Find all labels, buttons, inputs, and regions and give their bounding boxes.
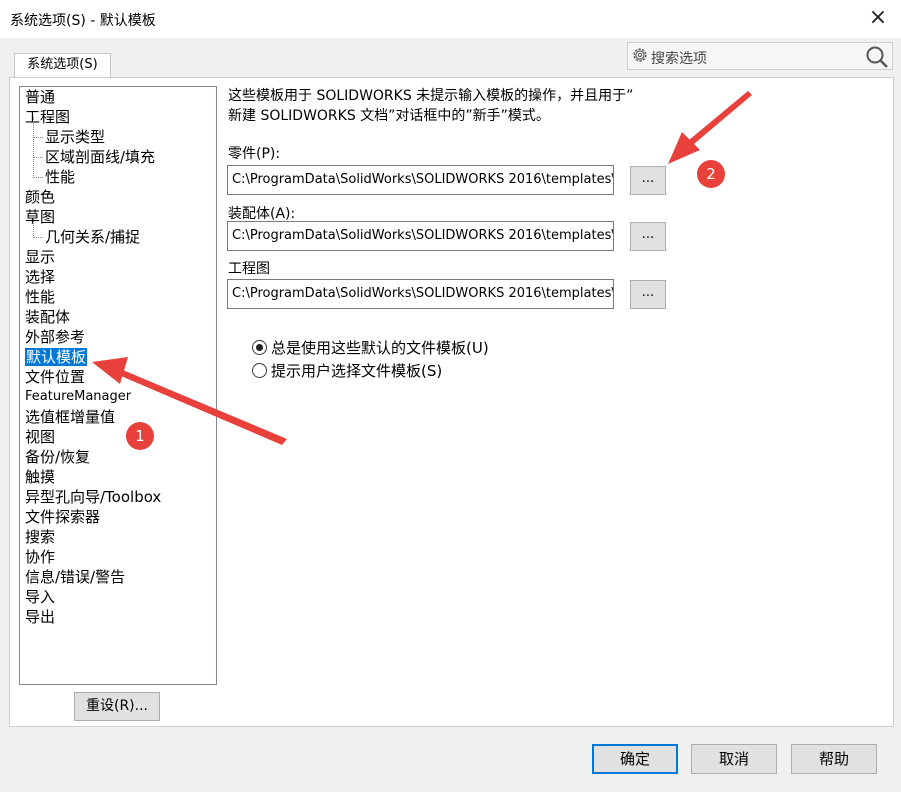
tree-item-search[interactable]: 搜索 xyxy=(25,527,55,547)
tree-item-relations-snaps[interactable]: 几何关系/捕捉 xyxy=(33,217,140,247)
part-browse-button[interactable]: ... xyxy=(630,166,666,195)
window-title: 系统选项(S) - 默认模板 xyxy=(10,13,156,29)
tree-item-messages-errors-warnings[interactable]: 信息/错误/警告 xyxy=(25,567,125,587)
search-icon[interactable] xyxy=(864,44,890,70)
ok-button[interactable]: 确定 xyxy=(592,744,678,774)
tree-item-touch[interactable]: 触摸 xyxy=(25,467,55,487)
tab-system-options[interactable]: 系统选项(S) xyxy=(14,53,111,78)
tree-item-assemblies[interactable]: 装配体 xyxy=(25,307,70,327)
tree-item-performance[interactable]: 性能 xyxy=(25,287,55,307)
tree-item-selection[interactable]: 选择 xyxy=(25,267,55,287)
tree-item-colors[interactable]: 颜色 xyxy=(25,187,55,207)
gear-icon xyxy=(633,48,647,62)
close-icon: × xyxy=(868,5,888,30)
drawing-label: 工程图 xyxy=(228,261,270,277)
search-input[interactable]: 搜索选项 xyxy=(651,48,707,68)
tree-item-backup-recover[interactable]: 备份/恢复 xyxy=(25,447,90,467)
option-label: 提示用户选择文件模板(S) xyxy=(271,362,443,380)
close-button[interactable]: × xyxy=(855,0,901,38)
reset-button[interactable]: 重设(R)... xyxy=(74,692,160,721)
tree-item-view[interactable]: 视图 xyxy=(25,427,55,447)
cancel-button[interactable]: 取消 xyxy=(691,744,777,774)
tree-item-export[interactable]: 导出 xyxy=(25,607,55,627)
help-button[interactable]: 帮助 xyxy=(791,744,877,774)
assembly-label: 装配体(A): xyxy=(228,206,296,222)
tree-item-featuremanager[interactable]: FeatureManager xyxy=(25,387,131,407)
radio-checked-icon[interactable] xyxy=(252,340,267,355)
tree-item-external-references[interactable]: 外部参考 xyxy=(25,327,85,347)
tree-item-drawings[interactable]: 工程图 xyxy=(25,107,70,127)
option-label: 总是使用这些默认的文件模板(U) xyxy=(271,339,489,357)
tree-item-display[interactable]: 显示 xyxy=(25,247,55,267)
part-template-field[interactable]: C:\ProgramData\SolidWorks\SOLIDWORKS 201… xyxy=(227,165,614,195)
assembly-browse-button[interactable]: ... xyxy=(630,222,666,251)
tree-item-area-hatch[interactable]: 区域剖面线/填充 xyxy=(33,137,155,167)
search-box[interactable]: 搜索选项 xyxy=(627,42,893,70)
tab-label: 系统选项(S) xyxy=(27,57,98,72)
options-tree[interactable]: 普通 工程图 显示类型 区域剖面线/填充 性能 颜色 草图 几何关系/捕捉 显示… xyxy=(19,86,217,685)
tree-item-file-explorer[interactable]: 文件探索器 xyxy=(25,507,100,527)
drawing-browse-button[interactable]: ... xyxy=(630,280,666,309)
option-prompt-user[interactable]: 提示用户选择文件模板(S) xyxy=(252,361,442,381)
tree-item-import[interactable]: 导入 xyxy=(25,587,55,607)
annotation-badge-1: 1 xyxy=(126,422,154,450)
part-label: 零件(P): xyxy=(228,146,281,162)
description-line-2: 新建 SOLIDWORKS 文档”对话框中的”新手”模式。 xyxy=(228,108,550,124)
description-line-1: 这些模板用于 SOLIDWORKS 未提示输入模板的操作，并且用于” xyxy=(228,88,634,104)
tree-item-hole-wizard-toolbox[interactable]: 异型孔向导/Toolbox xyxy=(25,487,161,507)
tree-item-default-templates[interactable]: 默认模板 xyxy=(25,347,88,367)
annotation-badge-2: 2 xyxy=(697,160,725,188)
title-bar: 系统选项(S) - 默认模板 × xyxy=(0,0,901,38)
tree-item-display-style[interactable]: 显示类型 xyxy=(33,117,105,147)
tree-item-drawing-performance[interactable]: 性能 xyxy=(33,157,75,187)
tree-item-general[interactable]: 普通 xyxy=(25,87,55,107)
tree-item-collaboration[interactable]: 协作 xyxy=(25,547,55,567)
templates-description: 这些模板用于 SOLIDWORKS 未提示输入模板的操作，并且用于” 新建 SO… xyxy=(228,86,688,126)
tree-item-spin-box-increments[interactable]: 选值框增量值 xyxy=(25,407,115,427)
drawing-template-field[interactable]: C:\ProgramData\SolidWorks\SOLIDWORKS 201… xyxy=(227,279,614,309)
tree-item-file-locations[interactable]: 文件位置 xyxy=(25,367,85,387)
assembly-template-field[interactable]: C:\ProgramData\SolidWorks\SOLIDWORKS 201… xyxy=(227,221,614,251)
option-always-use-defaults[interactable]: 总是使用这些默认的文件模板(U) xyxy=(252,338,489,358)
radio-unchecked-icon[interactable] xyxy=(252,363,267,378)
